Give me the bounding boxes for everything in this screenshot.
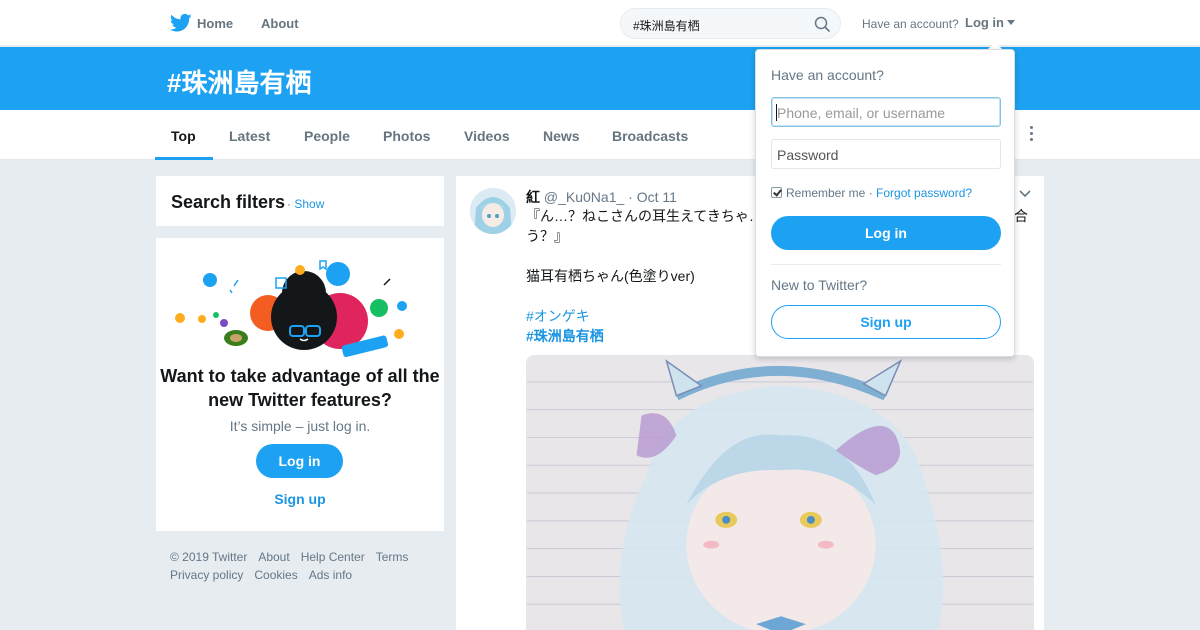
tweet-timestamp[interactable]: Oct 11 <box>637 189 677 205</box>
dropdown-heading: Have an account? <box>771 67 884 83</box>
page-title: #珠洲島有栖 <box>167 68 312 98</box>
login-toggle-label[interactable]: Log in <box>965 15 1004 30</box>
tweet-header: 紅 @_Ku0Na1_ · Oct 11 <box>526 187 677 207</box>
search-query-text[interactable]: #珠洲島有栖 <box>633 17 700 34</box>
login-submit-button[interactable]: Log in <box>771 216 1001 250</box>
footer-line-1: © 2019 Twitter About Help Center Terms <box>170 548 440 566</box>
promo-title: Want to take advantage of all the new Tw… <box>160 366 440 410</box>
avatar[interactable] <box>470 188 516 234</box>
login-dropdown-toggle[interactable]: Log in <box>965 15 1015 30</box>
new-to-twitter-label: New to Twitter? <box>771 277 868 293</box>
footer-privacy-link[interactable]: Privacy policy <box>170 568 243 582</box>
tab-photos[interactable]: Photos <box>383 128 430 144</box>
remember-me-row: Remember me · Forgot password? <box>771 186 972 200</box>
footer-links: © 2019 Twitter About Help Center Terms Priv… <box>170 548 440 584</box>
nav-home-link[interactable]: Home <box>197 16 233 31</box>
dropdown-signup-button[interactable]: Sign up <box>771 305 1001 339</box>
dropdown-divider <box>771 264 1001 265</box>
top-navigation-bar: Home About #珠洲島有栖 Have an account? Log i… <box>0 0 1200 46</box>
tweet-line-1-text: 『ん…？ねこさんの耳生えてきちゃ… <box>526 208 763 224</box>
tab-top[interactable]: Top <box>171 128 196 144</box>
footer-about-link[interactable]: About <box>258 550 289 564</box>
password-input[interactable]: Password <box>771 139 1001 169</box>
tweet-line-1-end: 合 <box>1014 208 1028 224</box>
username-placeholder: Phone, email, or username <box>777 105 946 121</box>
promo-illustration <box>175 260 407 358</box>
promo-login-button[interactable]: Log in <box>256 444 343 478</box>
tab-videos[interactable]: Videos <box>464 128 510 144</box>
footer-terms-link[interactable]: Terms <box>376 550 409 564</box>
nav-about-link[interactable]: About <box>261 16 299 31</box>
login-dropdown: Have an account? Phone, email, or userna… <box>755 49 1015 357</box>
tab-latest[interactable]: Latest <box>229 128 270 144</box>
search-filters-module: Search filters · Show <box>156 176 444 226</box>
promo-subtitle: It’s simple – just log in. <box>229 418 371 434</box>
caret-down-icon <box>1007 20 1015 26</box>
promo-signup-link[interactable]: Sign up <box>156 491 444 507</box>
have-account-label: Have an account? <box>862 17 959 31</box>
more-options-icon[interactable] <box>1028 126 1034 144</box>
forgot-password-link[interactable]: Forgot password? <box>876 186 972 200</box>
footer-help-center-link[interactable]: Help Center <box>301 550 365 564</box>
tab-people[interactable]: People <box>304 128 350 144</box>
twitter-bird-icon[interactable] <box>170 13 192 33</box>
filters-show-label[interactable]: Show <box>294 197 324 211</box>
active-tab-indicator <box>155 157 213 160</box>
tweet-author-handle[interactable]: @_Ku0Na1_ <box>544 189 624 205</box>
chevron-down-icon[interactable] <box>1019 190 1031 198</box>
username-input[interactable]: Phone, email, or username <box>771 97 1001 127</box>
footer-line-2: Privacy policy Cookies Ads info <box>170 566 440 584</box>
remember-separator: · <box>865 186 877 200</box>
footer-copyright: © 2019 Twitter <box>170 550 248 564</box>
remember-me-label[interactable]: Remember me <box>786 186 865 200</box>
search-filters-show-link[interactable]: · Show <box>287 197 324 211</box>
remember-me-checkbox[interactable] <box>771 187 782 198</box>
search-filters-title: Search filters <box>171 192 286 212</box>
footer-ads-info-link[interactable]: Ads info <box>309 568 352 582</box>
tweet-media-image[interactable] <box>526 355 1034 630</box>
tweet-author-name[interactable]: 紅 <box>526 189 540 205</box>
password-placeholder: Password <box>777 147 839 163</box>
tab-news[interactable]: News <box>543 128 580 144</box>
search-banner: #珠洲島有栖 <box>0 47 1200 110</box>
login-promo-card: Want to take advantage of all the new Tw… <box>156 238 444 531</box>
tab-broadcasts[interactable]: Broadcasts <box>612 128 688 144</box>
footer-cookies-link[interactable]: Cookies <box>254 568 297 582</box>
search-tabs: Top Latest People Photos Videos News Bro… <box>0 110 1200 160</box>
tweet-header-separator: · <box>628 189 633 205</box>
search-input[interactable]: #珠洲島有栖 <box>620 8 841 39</box>
search-icon[interactable] <box>814 16 830 32</box>
